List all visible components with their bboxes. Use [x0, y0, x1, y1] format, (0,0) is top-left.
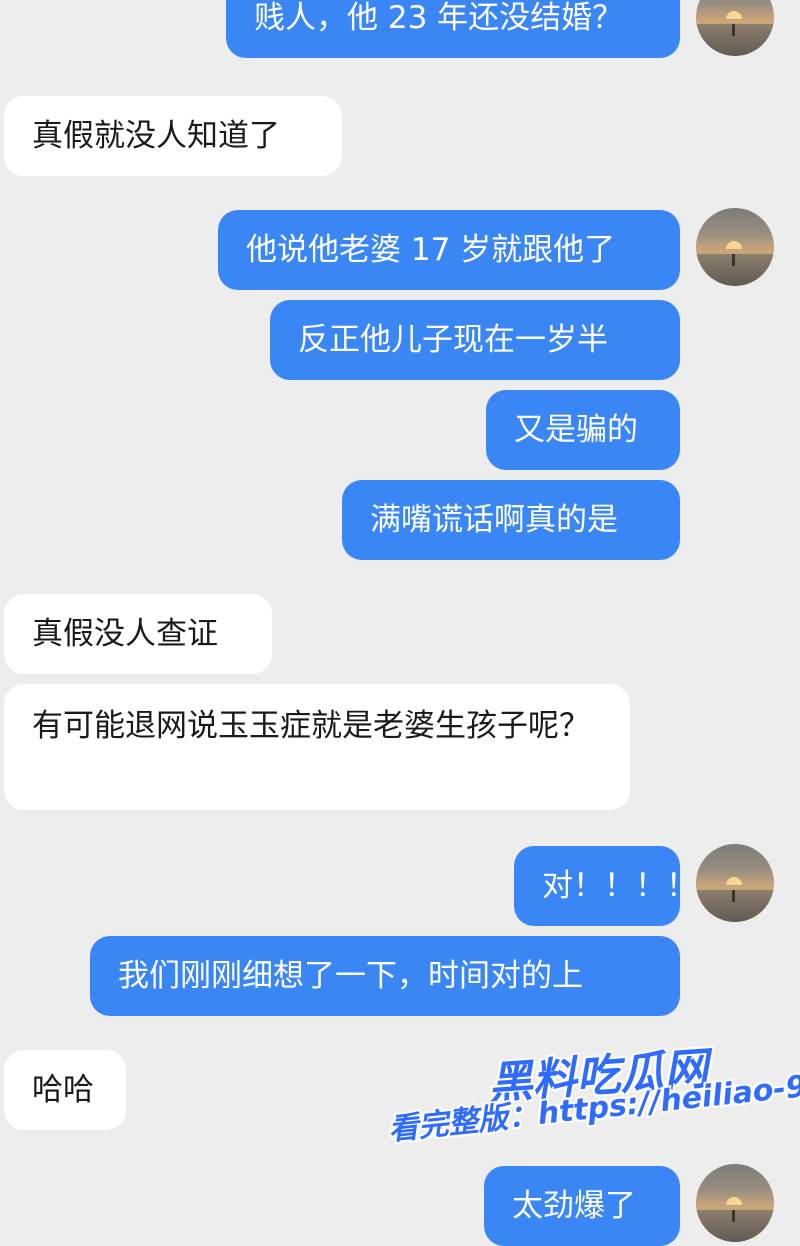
user-avatar[interactable] [696, 208, 774, 286]
message-bubble-incoming[interactable]: 真假没人查证 [4, 594, 272, 674]
message-text: 哈哈 [32, 1072, 94, 1108]
message-text: 他说他老婆 17 岁就跟他了 [246, 232, 616, 268]
sunset-beach-avatar-icon [726, 241, 742, 249]
message-bubble-outgoing[interactable]: 贱人，他 23 年还没结婚？ [226, 0, 680, 58]
user-avatar[interactable] [696, 0, 774, 56]
message-bubble-incoming[interactable]: 哈哈 [4, 1050, 126, 1130]
message-bubble-outgoing[interactable]: 对！！！！ [514, 846, 697, 926]
user-avatar[interactable] [696, 844, 774, 922]
message-bubble-outgoing[interactable]: 又是骗的 [486, 390, 680, 470]
message-text: 有可能退网说玉玉症就是老婆生孩子呢？ [32, 708, 590, 744]
message-text: 我们刚刚细想了一下，时间对的上 [118, 958, 583, 994]
message-bubble-outgoing[interactable]: 太劲爆了 [484, 1166, 680, 1246]
message-bubble-incoming[interactable]: 有可能退网说玉玉症就是老婆生孩子呢？ [4, 684, 630, 810]
message-text: 贱人，他 23 年还没结婚？ [254, 0, 624, 36]
message-bubble-outgoing[interactable]: 满嘴谎话啊真的是 [342, 480, 680, 560]
sunset-beach-avatar-icon [726, 11, 742, 19]
message-bubble-outgoing[interactable]: 他说他老婆 17 岁就跟他了 [218, 210, 680, 290]
message-bubble-outgoing[interactable]: 我们刚刚细想了一下，时间对的上 [90, 936, 680, 1016]
user-avatar[interactable] [696, 1164, 774, 1242]
message-text: 真假就没人知道了 [32, 118, 280, 154]
message-text: 满嘴谎话啊真的是 [370, 502, 618, 538]
message-text: 又是骗的 [514, 412, 638, 448]
message-text: 反正他儿子现在一岁半 [298, 322, 608, 358]
message-text: 太劲爆了 [512, 1188, 636, 1224]
message-bubble-outgoing[interactable]: 反正他儿子现在一岁半 [270, 300, 680, 380]
message-bubble-incoming[interactable]: 真假就没人知道了 [4, 96, 342, 176]
message-text: 对！！！！ [542, 868, 697, 904]
sunset-beach-avatar-icon [726, 877, 742, 885]
message-text: 真假没人查证 [32, 616, 218, 652]
sunset-beach-avatar-icon [726, 1197, 742, 1205]
